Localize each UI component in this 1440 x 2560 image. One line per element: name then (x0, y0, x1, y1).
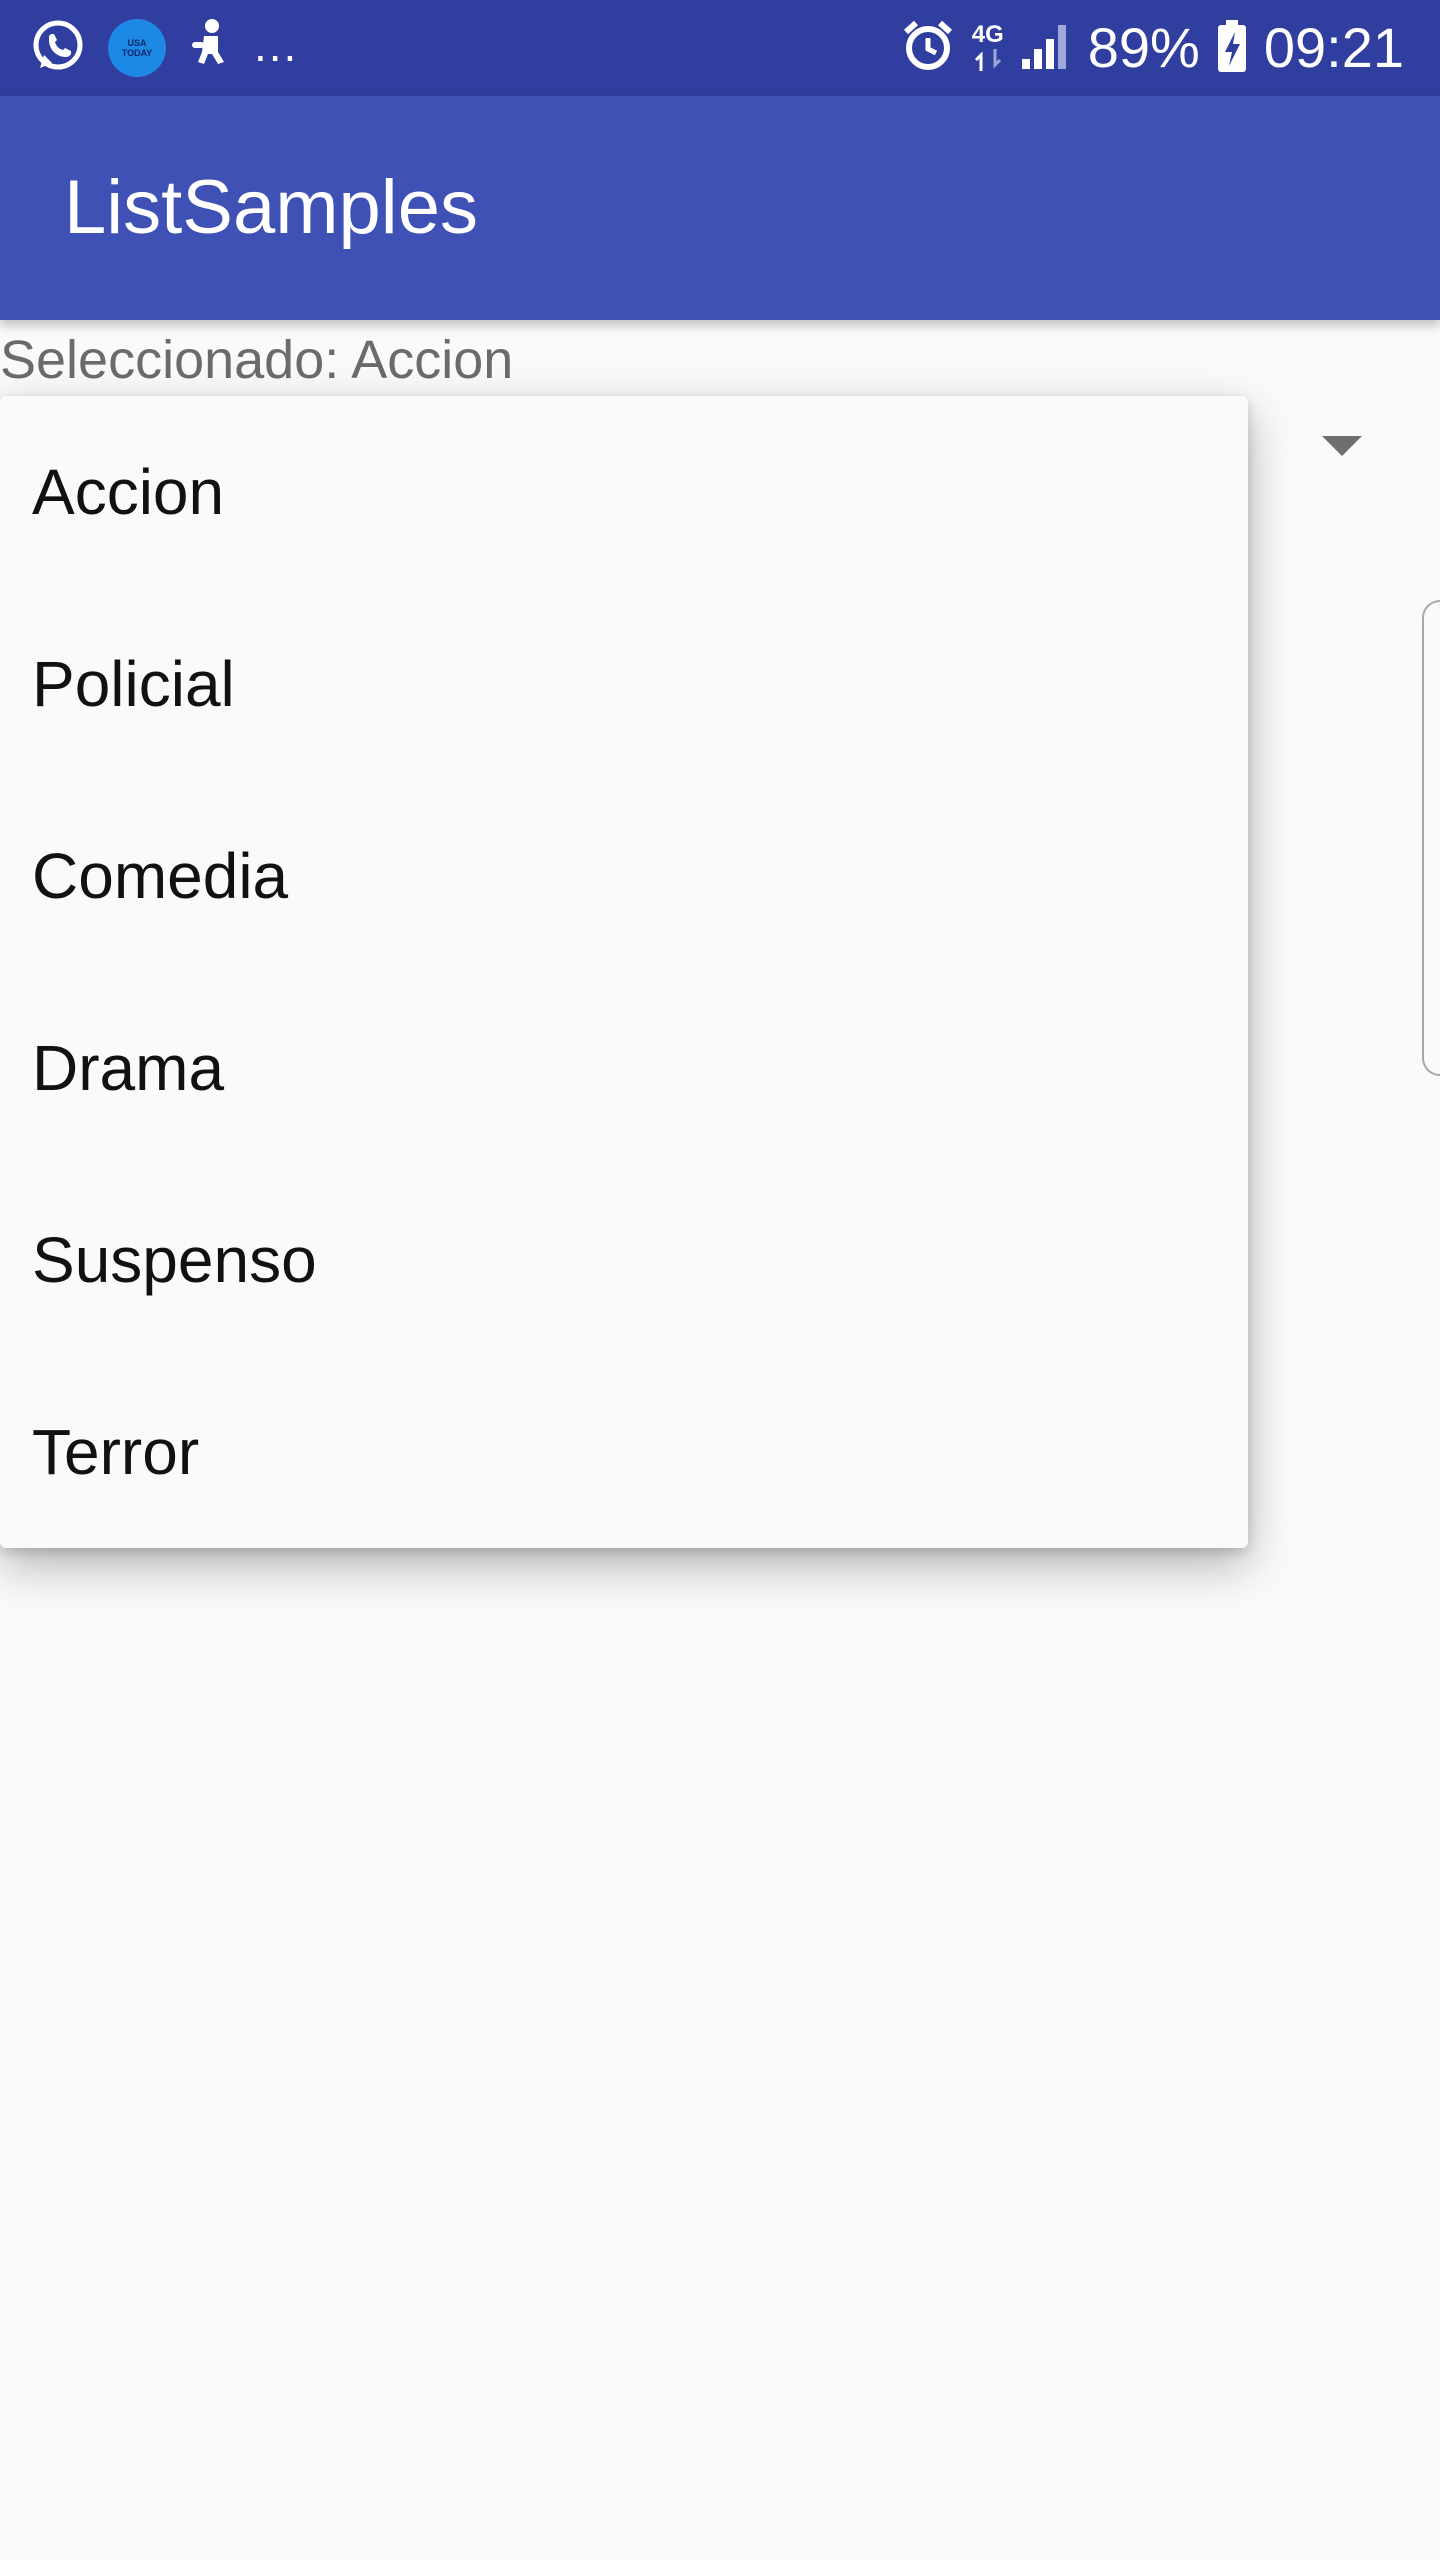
alarm-icon (900, 18, 956, 79)
dropdown-item-drama[interactable]: Drama (0, 972, 1248, 1164)
app-title: ListSamples (64, 165, 478, 250)
whatsapp-icon (30, 18, 86, 79)
signal-icon (1020, 21, 1072, 76)
dropdown-item-terror[interactable]: Terror (0, 1356, 1248, 1548)
network-4g-icon: 4G (972, 23, 1004, 73)
usa-today-icon: USA TODAY (108, 19, 166, 77)
app-bar: ListSamples (0, 96, 1440, 320)
partially-visible-frame (1422, 600, 1440, 1076)
clock: 09:21 (1263, 16, 1404, 79)
battery-charging-icon (1216, 18, 1248, 79)
selected-label: Seleccionado: Accion (0, 330, 514, 390)
dropdown-item-suspenso[interactable]: Suspenso (0, 1164, 1248, 1356)
battery-percent: 89% (1087, 16, 1200, 79)
spinner-dropdown-list: Accion Policial Comedia Drama Suspenso T… (0, 396, 1248, 1548)
notification-overflow: ... (254, 19, 299, 71)
status-bar-right: 4G 89% 09:21 (900, 0, 1404, 96)
spinner-dropdown-icon[interactable] (1322, 436, 1362, 456)
person-icon (188, 18, 232, 79)
usa-today-line2: TODAY (121, 48, 153, 58)
usa-today-line1: USA (127, 38, 147, 48)
dropdown-item-comedia[interactable]: Comedia (0, 780, 1248, 972)
dropdown-item-accion[interactable]: Accion (0, 396, 1248, 588)
status-bar: USA TODAY ... 4G 89% 09:21 (0, 0, 1440, 96)
status-bar-left: USA TODAY ... (30, 0, 298, 96)
network-type-label: 4G (971, 21, 1004, 48)
dropdown-item-policial[interactable]: Policial (0, 588, 1248, 780)
